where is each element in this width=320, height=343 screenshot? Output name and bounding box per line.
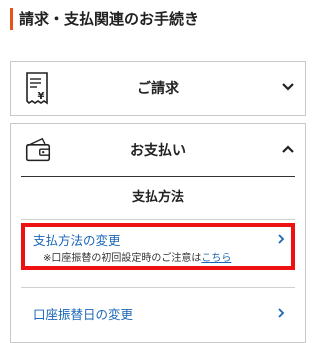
chevron-up-icon[interactable]: [281, 142, 295, 156]
change-payment-method-link[interactable]: 支払方法の変更: [33, 230, 121, 249]
payment-card-header[interactable]: お支払い: [11, 124, 305, 179]
payment-card-label: お支払い: [130, 143, 186, 159]
payment-method-section: 支払方法 支払方法の変更 ※口座振替の初回設定時のご注意はこちら 口座振替日の変…: [21, 176, 295, 342]
change-debit-date-link[interactable]: 口座振替日の変更: [33, 304, 133, 323]
chevron-down-icon[interactable]: [281, 80, 295, 94]
section-heading: 支払方法: [131, 190, 184, 205]
billing-card-header[interactable]: ¥ ご請求: [11, 62, 305, 117]
payment-card: お支払い 支払方法 支払方法の変更 ※口座振替の初回設定時のご注意はこちら 口座…: [10, 123, 306, 343]
page-title: 請求・支払関連のお手続き: [10, 8, 199, 30]
chevron-right-icon: [278, 234, 285, 244]
billing-card-label: ご請求: [137, 81, 179, 97]
note-link[interactable]: こちら: [201, 253, 231, 264]
chevron-right-icon: [278, 308, 285, 318]
initial-setup-note: ※口座振替の初回設定時のご注意はこちら: [43, 249, 231, 264]
note-text: ※口座振替の初回設定時のご注意は: [43, 253, 202, 264]
billing-card[interactable]: ¥ ご請求: [10, 61, 306, 116]
change-payment-method-item[interactable]: 支払方法の変更 ※口座振替の初回設定時のご注意はこちら: [21, 219, 295, 278]
change-debit-date-item[interactable]: 口座振替日の変更: [21, 287, 295, 338]
